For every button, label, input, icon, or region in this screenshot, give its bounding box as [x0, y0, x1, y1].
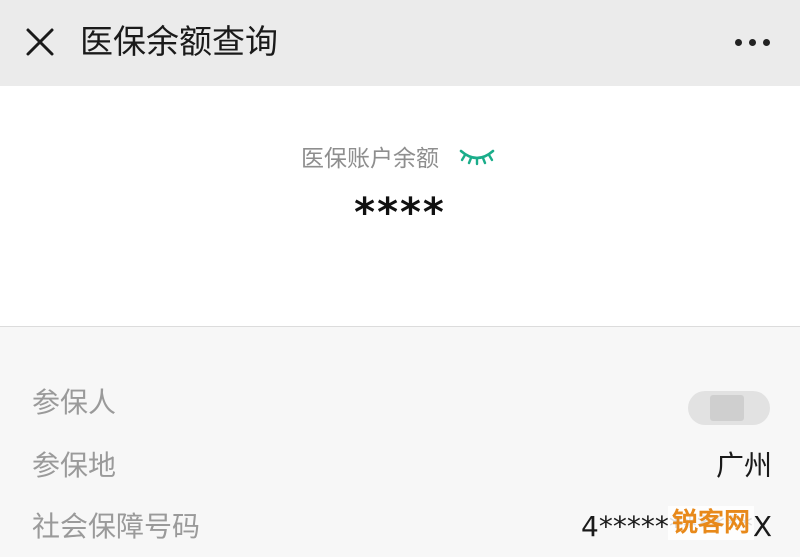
more-dots-icon: [748, 38, 756, 46]
balance-card: 医保账户余额 ****: [0, 86, 800, 326]
more-dots-icon: [762, 38, 770, 46]
balance-label-row: 医保账户余额: [0, 138, 800, 174]
info-row-insured-person: 参保人: [0, 373, 800, 433]
more-dots-icon: [734, 38, 742, 46]
close-button[interactable]: [20, 22, 60, 62]
page-title: 医保余额查询: [80, 22, 278, 61]
masked-name-block: [710, 395, 744, 421]
balance-label: 医保账户余额: [301, 146, 439, 172]
info-row-insured-location: 参保地 广州: [0, 436, 800, 496]
balance-value: ****: [354, 190, 446, 236]
show-balance-toggle[interactable]: [455, 143, 499, 169]
social-security-number-label: 社会保障号码: [32, 510, 201, 543]
more-options-button[interactable]: [722, 22, 782, 62]
masked-name-pill: [688, 391, 770, 425]
insured-location-label: 参保地: [32, 449, 117, 482]
close-icon: [26, 28, 54, 56]
title-bar: 医保余额查询: [0, 0, 800, 86]
insured-location-value: 广州: [715, 449, 772, 482]
watermark-logo: 锐客网: [667, 506, 754, 540]
eye-closed-icon: [459, 149, 495, 166]
insured-person-label: 参保人: [32, 386, 117, 419]
